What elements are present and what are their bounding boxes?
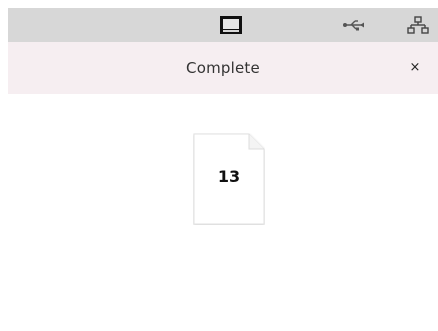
dialog-header: Complete × — [8, 42, 438, 94]
file-card[interactable]: 13 — [193, 133, 265, 225]
top-edge — [0, 0, 438, 8]
status-toolbar — [8, 8, 438, 42]
file-count: 13 — [217, 167, 241, 186]
page: Complete × 13 — [0, 0, 438, 331]
window-icon[interactable] — [216, 8, 246, 42]
close-button[interactable]: × — [404, 57, 426, 79]
usb-icon[interactable] — [340, 8, 368, 42]
dialog-title: Complete — [186, 59, 260, 77]
network-icon[interactable] — [404, 8, 432, 42]
